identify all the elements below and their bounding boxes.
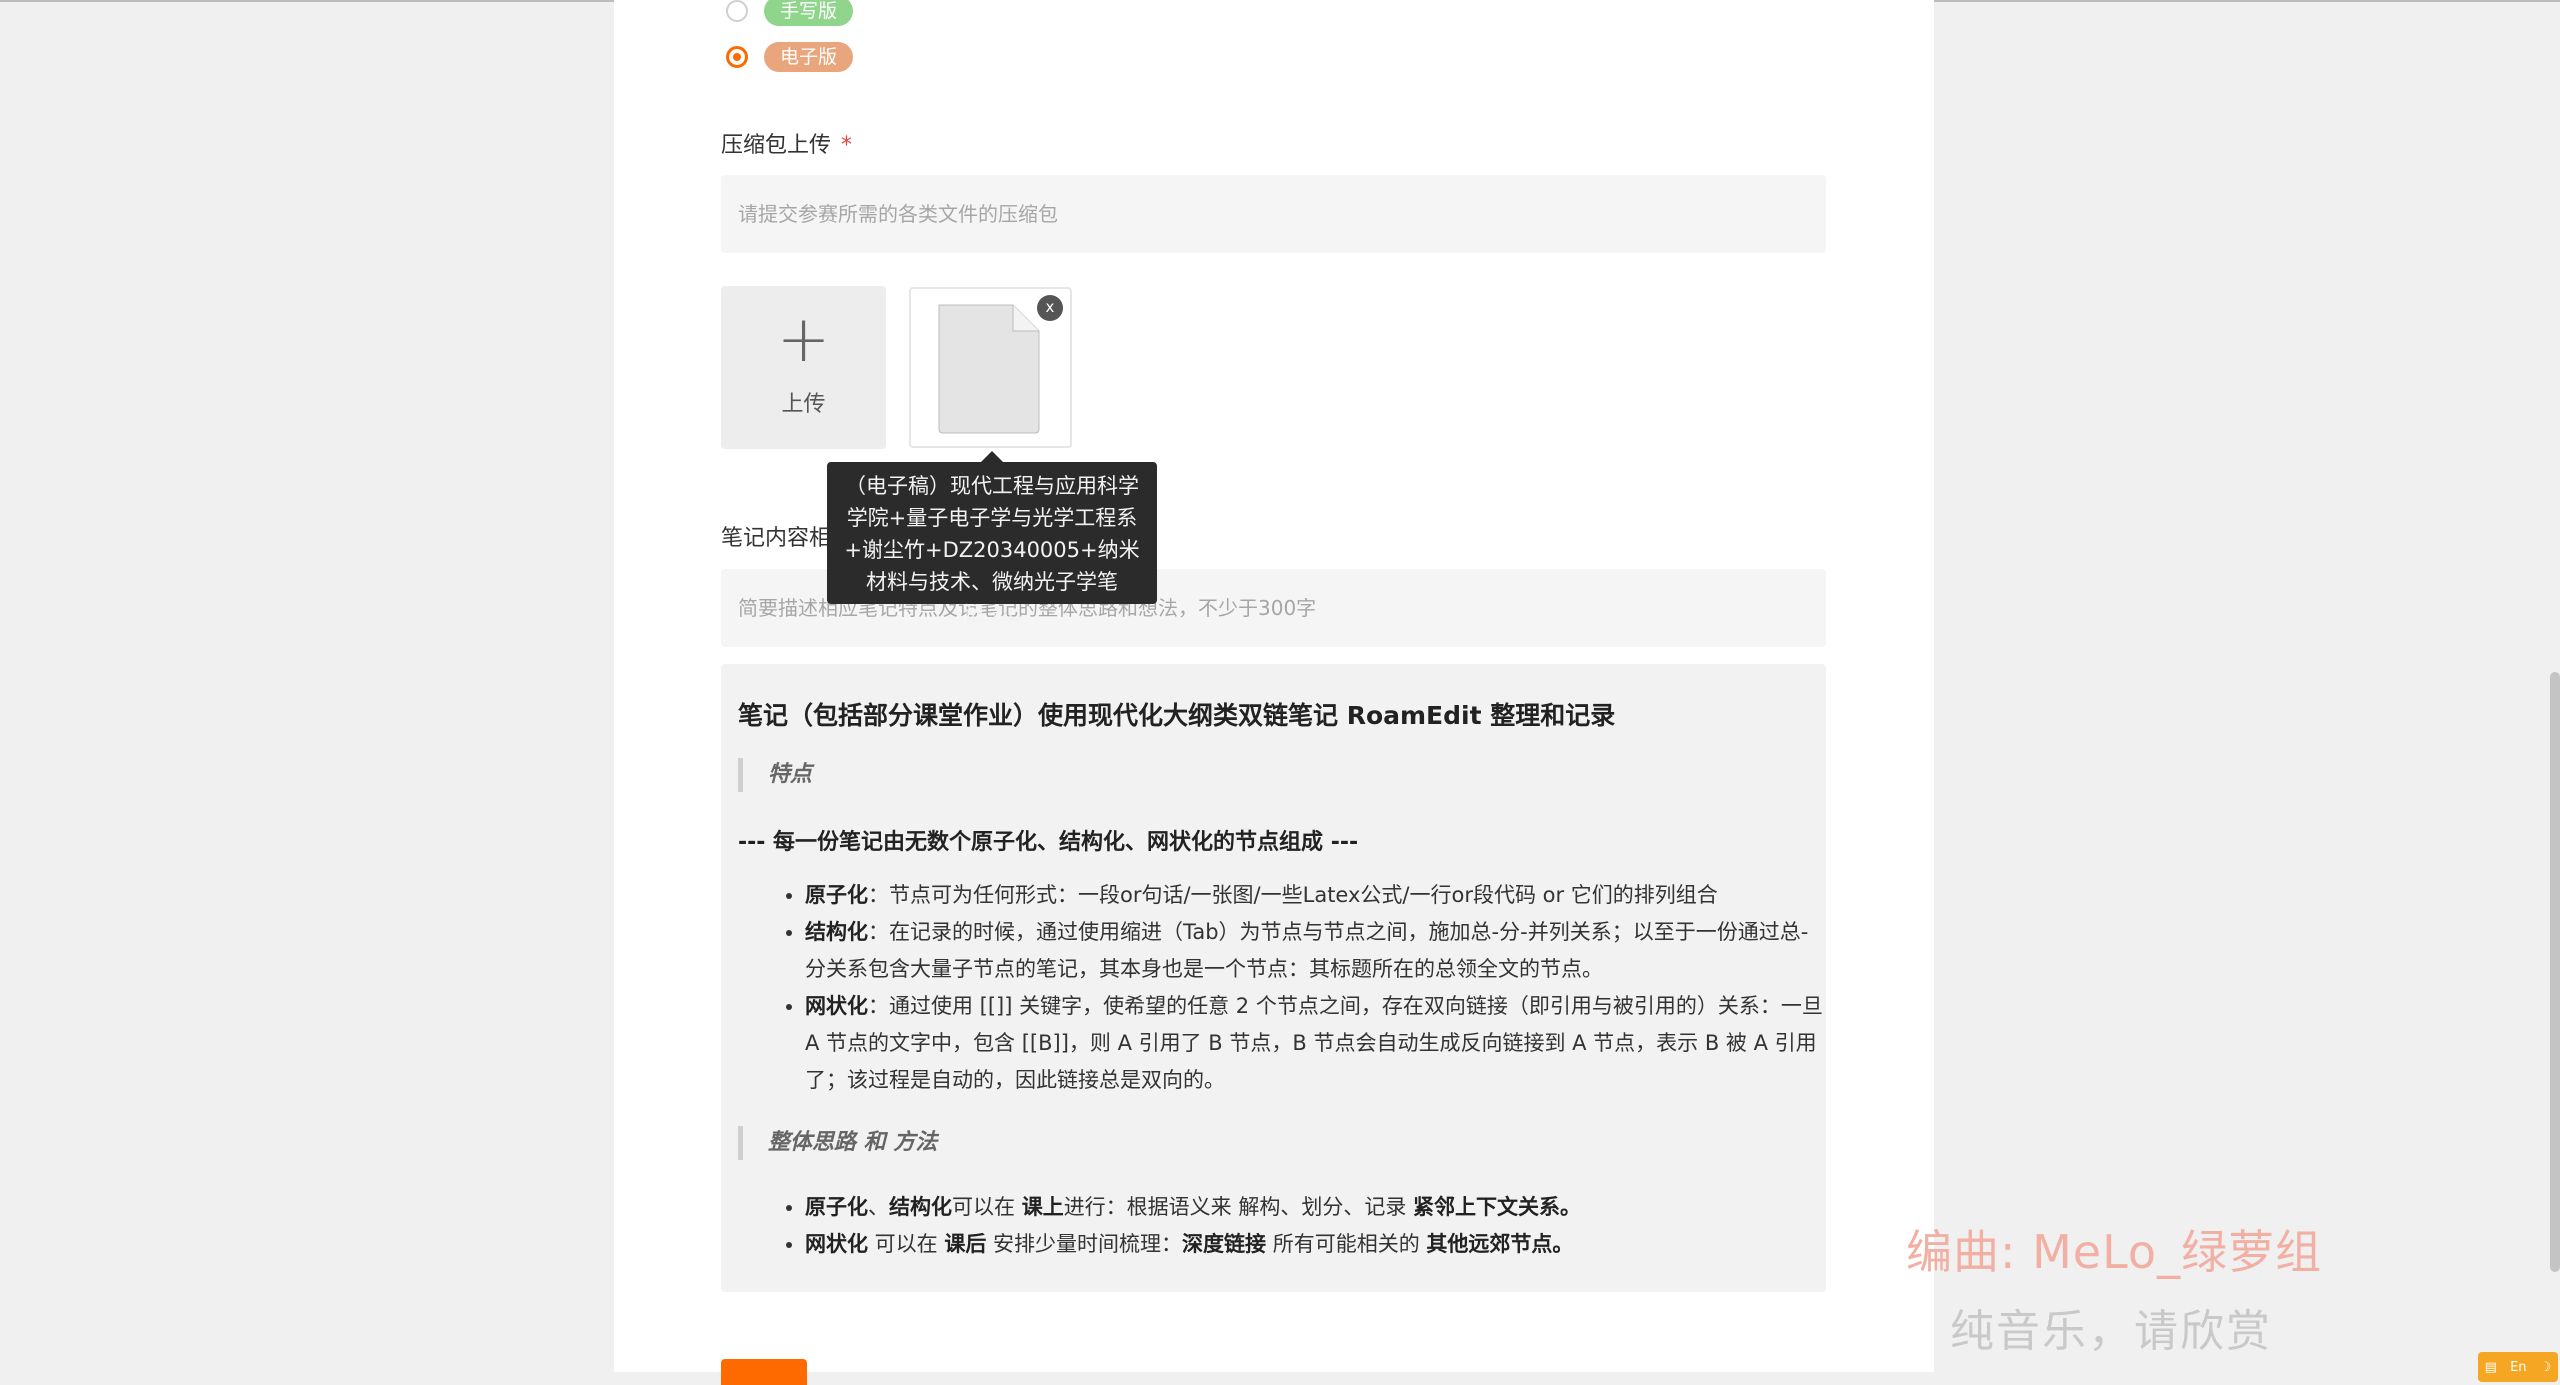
text: 进行：根据语义来 解构、划分、记录 xyxy=(1063,1195,1414,1219)
list-item: 网状化 可以在 课后 安排少量时间梳理：深度链接 所有可能相关的 其他远郊节点。 xyxy=(805,1226,1823,1263)
list-item: 结构化：在记录的时候，通过使用缩进（Tab）为节点与节点之间，施加总-分-并列关… xyxy=(805,914,1823,988)
upload-button[interactable]: + 上传 xyxy=(721,286,886,449)
term: 网状化 xyxy=(805,1232,868,1256)
term: 课上 xyxy=(1021,1195,1064,1219)
video-watermark-credit: 编曲: MeLo_绿萝组 xyxy=(1906,1225,2323,1279)
zip-upload-label: 压缩包上传 * xyxy=(721,127,852,159)
pill-handwritten: 手写版 xyxy=(764,0,854,26)
term: 原子化 xyxy=(805,1195,868,1219)
quote-approach: 整体思路 和 方法 xyxy=(738,1126,937,1160)
approach-list: 原子化、结构化可以在 课上进行：根据语义来 解构、划分、记录 紧邻上下文关系。 … xyxy=(738,1189,1823,1263)
content-subheading: --- 每一份笔记由无数个原子化、结构化、网状化的节点组成 --- xyxy=(738,830,1359,855)
radio-handwritten[interactable] xyxy=(726,0,748,22)
ime-language[interactable]: En xyxy=(2510,1360,2526,1375)
content-heading: 笔记（包括部分课堂作业）使用现代化大纲类双链笔记 RoamEdit 整理和记录 xyxy=(738,701,1616,730)
note-content-box[interactable]: 笔记（包括部分课堂作业）使用现代化大纲类双链笔记 RoamEdit 整理和记录 … xyxy=(721,664,1826,1292)
list-item: 原子化：节点可为任何形式：一段or句话/一张图/一些Latex公式/一行or段代… xyxy=(805,877,1823,914)
upload-label: 上传 xyxy=(781,392,826,417)
desc: ：在记录的时候，通过使用缩进（Tab）为节点与节点之间，施加总-分-并列关系；以… xyxy=(805,920,1809,981)
features-list: 原子化：节点可为任何形式：一段or句话/一张图/一些Latex公式/一行or段代… xyxy=(738,877,1823,1099)
radio-option-handwritten[interactable]: 手写版 xyxy=(726,0,854,26)
text: 、 xyxy=(868,1195,889,1219)
list-item: 原子化、结构化可以在 课上进行：根据语义来 解构、划分、记录 紧邻上下文关系。 xyxy=(805,1189,1823,1226)
zip-upload-hint: 请提交参赛所需的各类文件的压缩包 xyxy=(721,175,1826,253)
quote-features: 特点 xyxy=(738,758,812,792)
text: 安排少量时间梳理： xyxy=(986,1232,1183,1256)
term: 深度链接 xyxy=(1182,1232,1267,1256)
pill-electronic: 电子版 xyxy=(764,42,854,72)
video-watermark-note: 纯音乐，请欣赏 xyxy=(1950,1306,2272,1357)
moon-icon[interactable]: ☽ xyxy=(2540,1360,2552,1375)
plus-icon: + xyxy=(776,303,831,377)
radio-option-electronic[interactable]: 电子版 xyxy=(726,42,854,72)
page-scrollbar[interactable] xyxy=(2550,672,2560,1272)
term: 网状化 xyxy=(805,994,868,1018)
text: 所有可能相关的 xyxy=(1266,1232,1427,1256)
radio-electronic[interactable] xyxy=(726,46,748,68)
term: 课后 xyxy=(944,1232,987,1256)
keyboard-icon[interactable]: ▤ xyxy=(2485,1360,2497,1375)
term: 紧邻上下文关系。 xyxy=(1413,1195,1582,1219)
term: 原子化 xyxy=(805,883,868,907)
text: 可以在 xyxy=(868,1232,945,1256)
term: 结构化 xyxy=(805,920,868,944)
desc: ：节点可为任何形式：一段or句话/一张图/一些Latex公式/一行or段代码 o… xyxy=(868,883,1718,907)
term: 其他远郊节点。 xyxy=(1426,1232,1574,1256)
required-mark: * xyxy=(841,133,853,158)
desc: ：通过使用 [[]] 关键字，使希望的任意 2 个节点之间，存在双向链接（即引用… xyxy=(805,994,1823,1092)
remove-file-icon[interactable]: x xyxy=(1037,295,1063,321)
list-item: 网状化：通过使用 [[]] 关键字，使希望的任意 2 个节点之间，存在双向链接（… xyxy=(805,988,1823,1099)
file-name-tooltip: （电子稿）现代工程与应用科学学院+量子电子学与光学工程系+谢尘竹+DZ20340… xyxy=(827,451,1157,626)
term: 结构化 xyxy=(889,1195,952,1219)
submit-button[interactable] xyxy=(721,1359,807,1385)
text: 可以在 xyxy=(952,1195,1022,1219)
ime-tray[interactable]: ▤ En ☽ xyxy=(2478,1352,2558,1382)
zip-upload-label-text: 压缩包上传 xyxy=(721,133,832,158)
